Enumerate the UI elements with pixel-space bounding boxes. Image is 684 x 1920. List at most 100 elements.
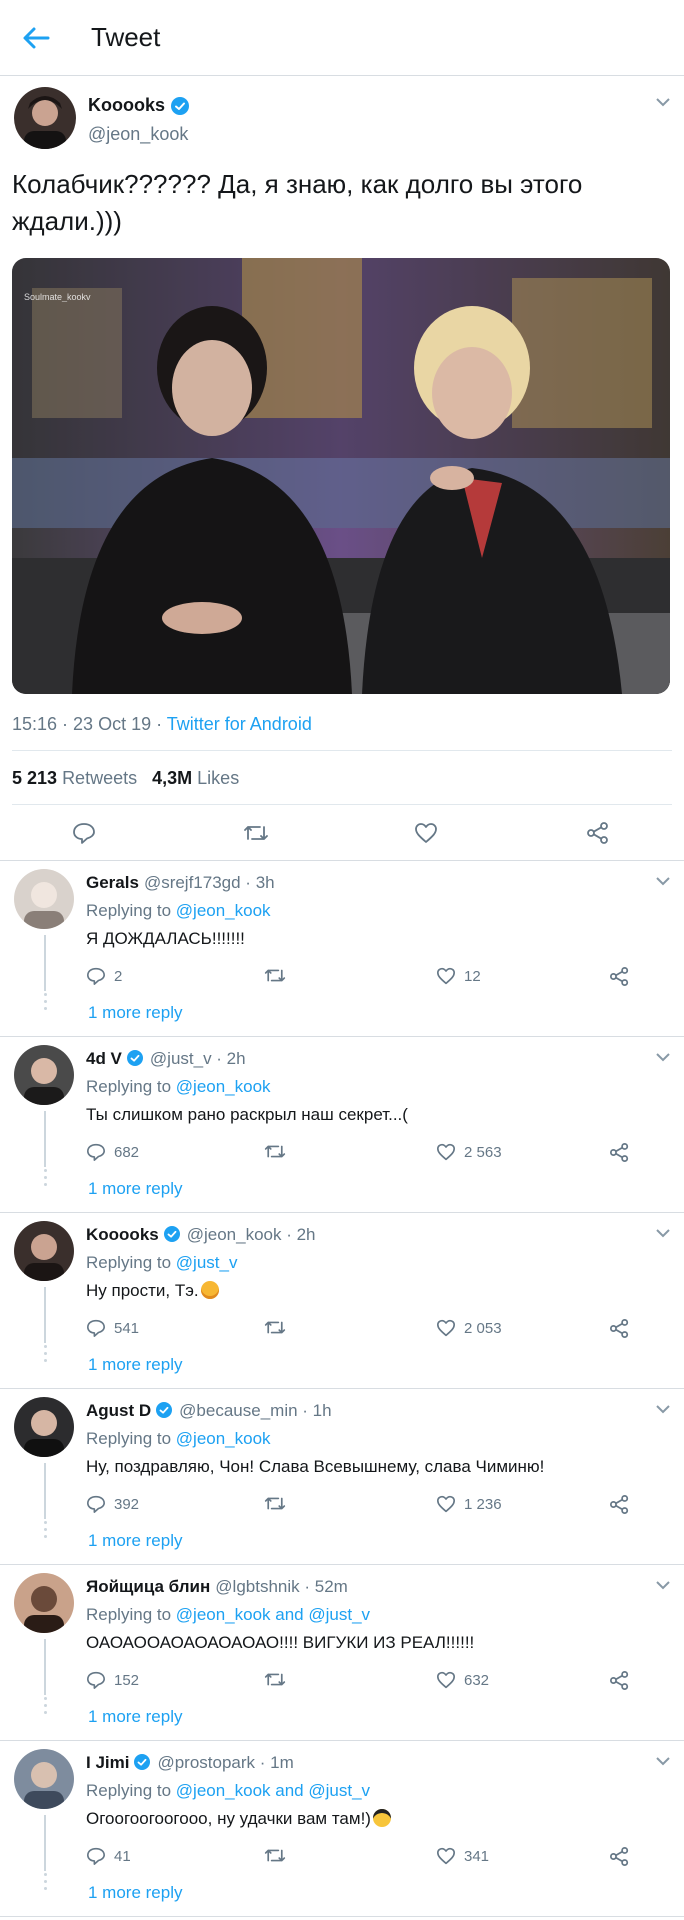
replying-to-link[interactable]: @jeon_kook [176, 1077, 271, 1096]
tweet-source-link[interactable]: Twitter for Android [167, 714, 312, 734]
reply-like-button[interactable]: 2 053 [436, 1319, 502, 1337]
like-button[interactable] [406, 813, 446, 853]
likes-label[interactable]: Likes [197, 768, 239, 788]
more-replies-link[interactable]: 1 more reply [88, 1531, 182, 1551]
more-replies-link[interactable]: 1 more reply [88, 1003, 182, 1023]
author-name[interactable]: Kooooks [88, 95, 165, 116]
reply-reply-button[interactable]: 541 [86, 1319, 139, 1337]
author-name-row[interactable]: Kooooks [88, 95, 190, 116]
divider [0, 1212, 684, 1213]
reply-retweet-button[interactable] [264, 1495, 294, 1512]
reply-count: 392 [114, 1495, 140, 1513]
reply-menu-button[interactable] [656, 1225, 670, 1243]
reply-author-name[interactable]: Kooooks [86, 1225, 159, 1245]
reply-like-button[interactable]: 2 563 [436, 1143, 502, 1161]
reply-share-button[interactable] [610, 1495, 629, 1514]
reply-author-handle[interactable]: @because_min · 1h [179, 1401, 331, 1421]
more-replies-link[interactable]: 1 more reply [88, 1179, 182, 1199]
reply-share-button[interactable] [610, 1143, 629, 1162]
reply-text: Огоогоогоогооо, ну удачки вам там!) [86, 1809, 371, 1828]
reply-avatar[interactable] [14, 1573, 74, 1633]
reply-text-row: Я ДОЖДАЛАСЬ!!!!!!! [86, 929, 245, 949]
reply-author-handle[interactable]: @lgbtshnik · 52m [215, 1577, 348, 1597]
reply-tweet[interactable]: Kooooks @jeon_kook · 2h Replying to @just_… [0, 1215, 684, 1390]
reply-header: Kooooks @jeon_kook · 2h [86, 1225, 316, 1245]
thread-dots [41, 1697, 49, 1721]
reply-tweet[interactable]: Agust D @because_min · 1h Replying to @jeo… [0, 1391, 684, 1566]
reply-retweet-button[interactable] [264, 1671, 294, 1688]
reply-like-button[interactable]: 632 [436, 1671, 489, 1689]
reply-reply-button[interactable]: 41 [86, 1847, 131, 1865]
more-replies-link[interactable]: 1 more reply [88, 1707, 182, 1727]
comment-bubble-icon [87, 1847, 105, 1865]
reply-menu-button[interactable] [656, 1401, 670, 1419]
replying-to-link[interactable]: @jeon_kook [176, 1429, 271, 1448]
reply-tweet[interactable]: I Jimi @prostopark · 1m Replying to @jeon_… [0, 1743, 684, 1918]
share-icon [610, 1319, 629, 1338]
reply-like-button[interactable]: 341 [436, 1847, 489, 1865]
reply-action-bar: 541 2 053 [86, 1319, 646, 1345]
retweets-count[interactable]: 5 213 [12, 768, 57, 788]
reply-share-button[interactable] [610, 967, 629, 986]
back-button[interactable] [18, 20, 54, 56]
reply-author-handle[interactable]: @prostopark · 1m [157, 1753, 293, 1773]
reply-retweet-button[interactable] [264, 967, 294, 984]
retweet-button[interactable] [236, 813, 276, 853]
more-replies-link[interactable]: 1 more reply [88, 1883, 182, 1903]
reply-share-button[interactable] [610, 1671, 629, 1690]
reply-avatar[interactable] [14, 1749, 74, 1809]
reply-like-button[interactable]: 12 [436, 967, 481, 985]
reply-menu-button[interactable] [656, 1753, 670, 1771]
reply-author-name[interactable]: Agust D [86, 1401, 151, 1421]
reply-menu-button[interactable] [656, 873, 670, 891]
reply-share-button[interactable] [610, 1319, 629, 1338]
reply-avatar[interactable] [14, 1045, 74, 1105]
reply-avatar[interactable] [14, 1221, 74, 1281]
reply-reply-button[interactable]: 682 [86, 1143, 139, 1161]
reply-reply-button[interactable]: 2 [86, 967, 122, 985]
share-button[interactable] [578, 813, 618, 853]
replying-to-link[interactable]: @jeon_kook and @just_v [176, 1781, 370, 1800]
reply-menu-button[interactable] [656, 1049, 670, 1067]
reply-author-handle[interactable]: @just_v · 2h [150, 1049, 246, 1069]
reply-author-handle[interactable]: @srejf173gd · 3h [144, 873, 275, 893]
reply-retweet-button[interactable] [264, 1847, 294, 1864]
reply-button[interactable] [64, 813, 104, 853]
replying-to-link[interactable]: @just_v [176, 1253, 238, 1272]
reply-menu-button[interactable] [656, 1577, 670, 1595]
reply-author-name[interactable]: Яойщица блин [86, 1577, 210, 1597]
chevron-down-icon [656, 98, 670, 107]
like-count: 341 [464, 1847, 490, 1865]
chevron-down-icon [656, 1053, 670, 1062]
author-avatar[interactable] [14, 87, 76, 149]
reply-header: Agust D @because_min · 1h [86, 1401, 332, 1421]
tweet-media-photo[interactable]: Soulmate_kookv [12, 258, 670, 694]
share-icon [610, 1495, 629, 1514]
reply-like-button[interactable]: 1 236 [436, 1495, 502, 1513]
author-handle[interactable]: @jeon_kook [88, 124, 188, 145]
reply-avatar[interactable] [14, 1397, 74, 1457]
reply-tweet[interactable]: 4d V @just_v · 2h Replying to @jeon_kook Ты… [0, 1039, 684, 1214]
comment-bubble-icon [87, 967, 105, 985]
replying-to-link[interactable]: @jeon_kook and @just_v [176, 1605, 370, 1624]
retweet-icon [264, 1497, 286, 1510]
retweets-label[interactable]: Retweets [62, 768, 137, 788]
tweet-menu-button[interactable] [656, 94, 670, 112]
thread-dots [41, 1169, 49, 1193]
reply-tweet[interactable]: Gerals @srejf173gd · 3h Replying to @jeon_… [0, 863, 684, 1038]
reply-author-handle[interactable]: @jeon_kook · 2h [187, 1225, 316, 1245]
reply-share-button[interactable] [610, 1847, 629, 1866]
more-replies-link[interactable]: 1 more reply [88, 1355, 182, 1375]
reply-author-name[interactable]: Gerals [86, 873, 139, 893]
photo-watermark: Soulmate_kookv [24, 292, 91, 302]
reply-avatar[interactable] [14, 869, 74, 929]
replying-to-link[interactable]: @jeon_kook [176, 901, 271, 920]
reply-reply-button[interactable]: 392 [86, 1495, 139, 1513]
reply-author-name[interactable]: I Jimi [86, 1753, 129, 1773]
reply-retweet-button[interactable] [264, 1319, 294, 1336]
reply-author-name[interactable]: 4d V [86, 1049, 122, 1069]
likes-count[interactable]: 4,3M [152, 768, 192, 788]
reply-tweet[interactable]: Яойщица блин @lgbtshnik · 52m Replying to … [0, 1567, 684, 1742]
reply-reply-button[interactable]: 152 [86, 1671, 139, 1689]
reply-retweet-button[interactable] [264, 1143, 294, 1160]
